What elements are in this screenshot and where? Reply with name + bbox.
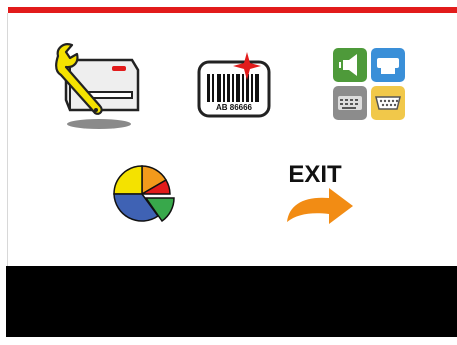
barcode-label-icon: AB 86666 xyxy=(197,52,271,118)
statistics-button[interactable] xyxy=(108,158,180,230)
exit-label: EXIT xyxy=(288,161,342,188)
printer-menu-screen: AB 86666 EXIT xyxy=(0,0,457,345)
pie-chart-icon xyxy=(113,165,175,223)
status-bar xyxy=(6,266,457,337)
interface-ports-icon xyxy=(333,48,405,120)
wrench-printer-icon xyxy=(55,43,140,129)
bottom-strip xyxy=(6,337,457,345)
printer-settings-button[interactable] xyxy=(52,40,144,132)
title-bar xyxy=(8,7,457,13)
barcode-setup-button[interactable]: AB 86666 xyxy=(195,52,273,120)
exit-arrow-icon: EXIT xyxy=(287,161,353,224)
barcode-label-text: AB 86666 xyxy=(216,103,253,112)
exit-button[interactable]: EXIT xyxy=(277,160,359,230)
interface-setup-button[interactable] xyxy=(331,46,409,122)
